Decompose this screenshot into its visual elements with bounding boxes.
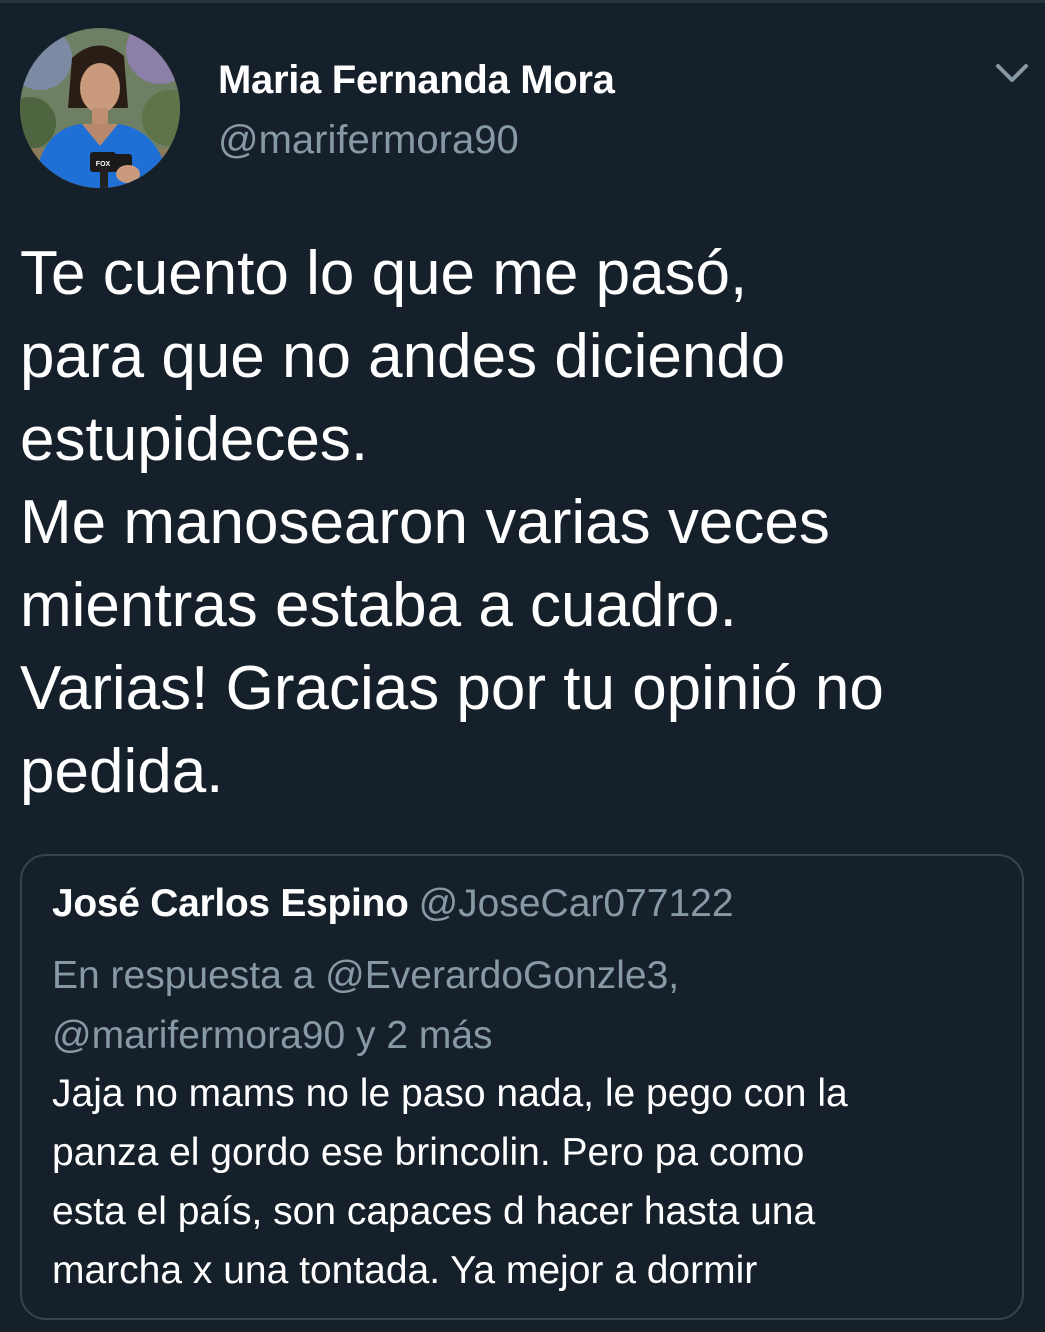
quoted-tweet-header: José Carlos Espino @JoseCar077122: [52, 882, 734, 926]
tweet-text-line: Varias! Gracias por tu opinió no: [20, 654, 884, 723]
author-handle[interactable]: @marifermora90: [218, 118, 519, 163]
tweet-text-line: Te cuento lo que me pasó,: [20, 239, 748, 308]
tweet-text-line: estupideces.: [20, 405, 369, 474]
tweet-text-line: mientras estaba a cuadro.: [20, 571, 737, 640]
quoted-author-display-name: José Carlos Espino: [52, 882, 409, 925]
quoted-text-line: panza el gordo ese brincolin. Pero pa co…: [52, 1131, 805, 1174]
reply-to-context: En respuesta a @EverardoGonzle3, @marife…: [52, 946, 679, 1066]
top-divider: [0, 0, 1045, 3]
quoted-author-handle: @JoseCar077122: [418, 882, 734, 925]
quoted-text-line: marcha x una tontada. Ya mejor a dormir: [52, 1249, 758, 1292]
tweet-text-line: pedida.: [20, 737, 224, 806]
quoted-tweet-text: Jaja no mams no le paso nada, le pego co…: [52, 1064, 848, 1300]
quoted-text-line: Jaja no mams no le paso nada, le pego co…: [52, 1072, 848, 1115]
tweet-text: Te cuento lo que me pasó, para que no an…: [20, 232, 1020, 813]
chevron-down-icon[interactable]: [992, 58, 1032, 90]
reply-to-line: En respuesta a @EverardoGonzle3,: [52, 954, 680, 997]
svg-text:FOX: FOX: [96, 161, 111, 168]
quoted-text-line: esta el país, son capaces d hacer hasta …: [52, 1190, 816, 1233]
author-display-name[interactable]: Maria Fernanda Mora: [218, 58, 615, 103]
avatar[interactable]: FOX: [20, 28, 180, 188]
reply-to-line: @marifermora90 y 2 más: [52, 1014, 493, 1057]
tweet-text-line: Me manosearon varias veces: [20, 488, 830, 557]
quoted-tweet-card[interactable]: José Carlos Espino @JoseCar077122 En resp…: [20, 854, 1024, 1320]
tweet-text-line: para que no andes diciendo: [20, 322, 786, 391]
